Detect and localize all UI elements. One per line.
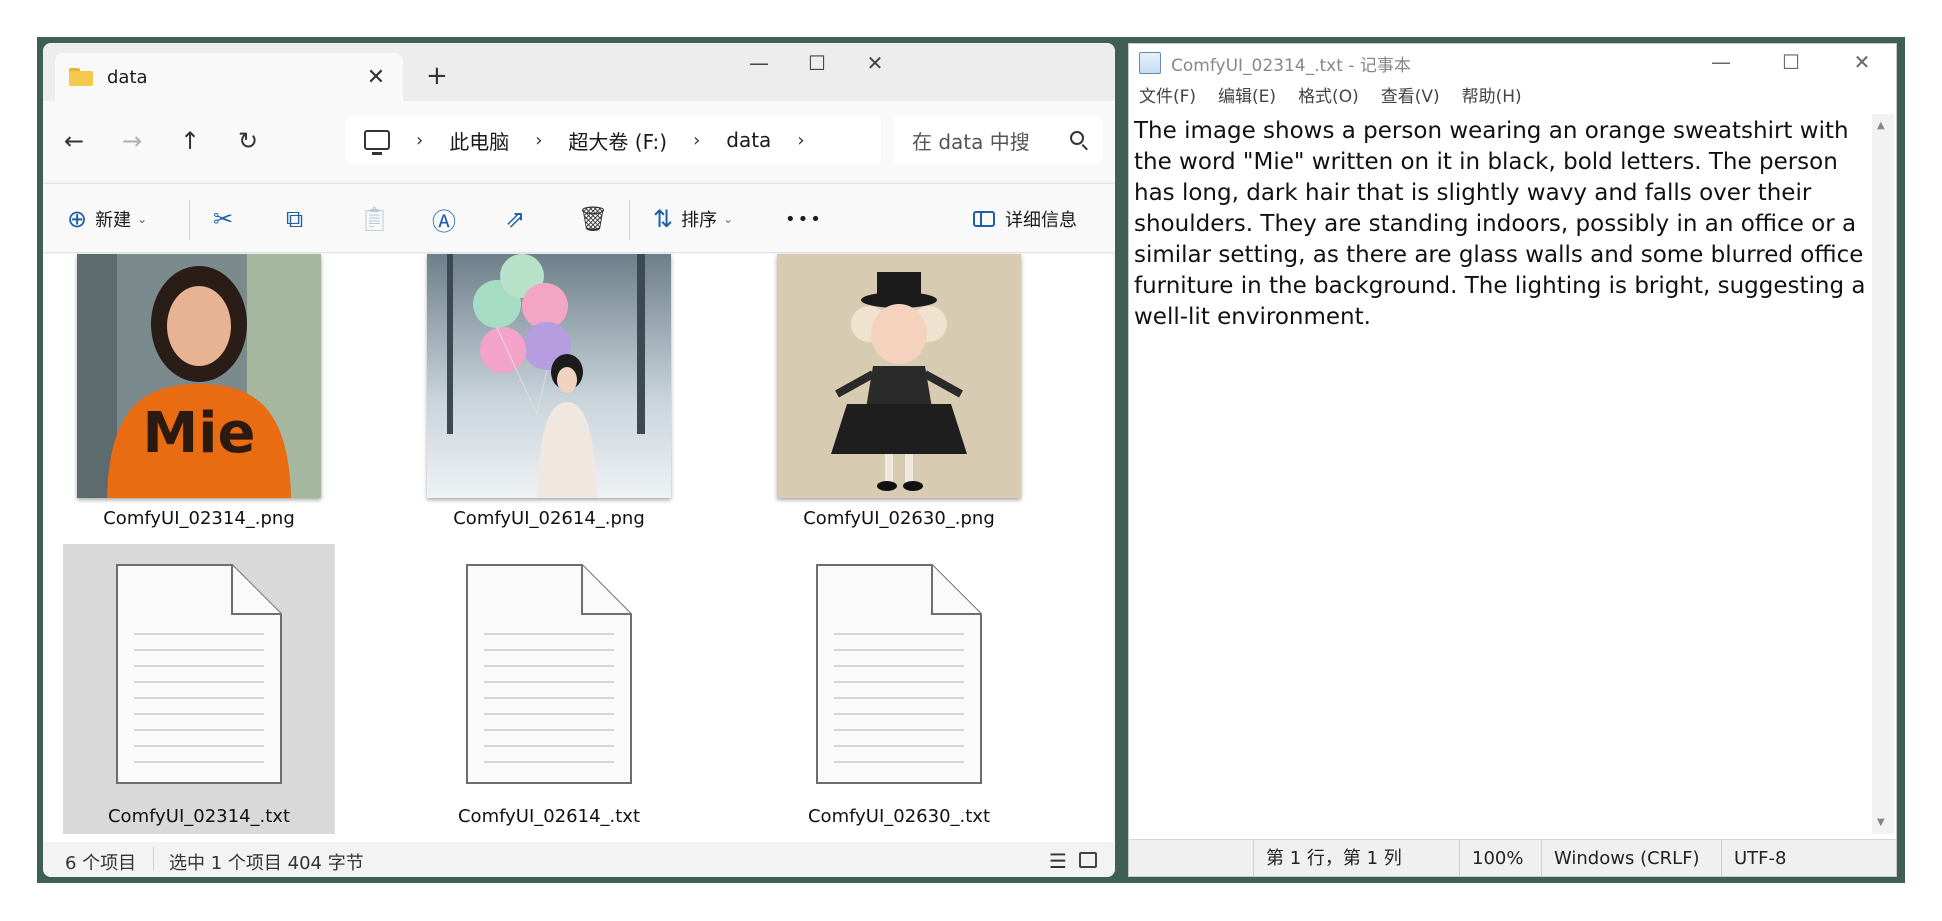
image-thumbnail: Mie — [77, 254, 321, 498]
navigation-bar: ← → ↑ ↻ › 此电脑 › 超大卷 (F:) › data › 在 data… — [43, 101, 1115, 181]
plus-circle-icon: ⊕ — [67, 205, 88, 233]
chevron-down-icon: ⌄ — [137, 212, 148, 226]
line-ending: Windows (CRLF) — [1541, 840, 1721, 877]
selection-info: 选中 1 个项目 404 字节 — [169, 853, 364, 874]
scissors-icon: ✂ — [213, 205, 234, 233]
details-pane-button[interactable]: 详细信息 — [973, 202, 1077, 236]
folder-icon — [69, 68, 93, 86]
back-button[interactable]: ← — [54, 121, 94, 161]
computer-icon — [364, 130, 390, 155]
file-name: ComfyUI_02630_.txt — [807, 806, 991, 827]
close-button[interactable]: ✕ — [1842, 50, 1882, 74]
file-name: ComfyUI_02314_.txt — [107, 806, 291, 827]
new-button-label: 新建 — [95, 210, 132, 231]
toolbar-divider — [629, 200, 630, 240]
notepad-window: ComfyUI_02314_.txt - 记事本 — ☐ ✕ 文件(F) 编辑(… — [1128, 43, 1897, 877]
file-name: ComfyUI_02614_.png — [453, 508, 645, 529]
menu-bar: 文件(F) 编辑(E) 格式(O) 查看(V) 帮助(H) — [1129, 82, 1896, 112]
sort-button-label: 排序 — [681, 210, 718, 231]
text-editor[interactable]: The image shows a person wearing an oran… — [1132, 114, 1874, 834]
list-view-icon[interactable]: ☰ — [1049, 849, 1067, 873]
breadcrumb-data[interactable]: data — [726, 128, 771, 152]
tab-data[interactable]: data ✕ — [55, 53, 403, 101]
notepad-status-bar: 第 1 行，第 1 列 100% Windows (CRLF) UTF-8 — [1129, 839, 1897, 877]
menu-help[interactable]: 帮助(H) — [1462, 82, 1522, 112]
image-thumbnail — [427, 254, 671, 498]
vertical-scrollbar[interactable]: ▲ ▼ — [1872, 114, 1894, 834]
minimize-button[interactable]: — — [739, 51, 779, 75]
menu-format[interactable]: 格式(O) — [1298, 82, 1359, 112]
new-button[interactable]: ⊕ 新建 ⌄ — [67, 202, 147, 236]
cut-button[interactable]: ✂ — [213, 202, 233, 236]
breadcrumb-chevron-icon: › — [693, 129, 701, 151]
trash-icon: 🗑︎ — [578, 205, 609, 233]
status-bar: 6 个项目 选中 1 个项目 404 字节 ☰ — [43, 843, 1115, 877]
zoom-level: 100% — [1459, 840, 1541, 877]
scroll-down-icon[interactable]: ▼ — [1877, 817, 1885, 828]
thumbnail-text: Mie — [143, 401, 256, 466]
image-thumbnail — [777, 254, 1021, 498]
breadcrumb-this-pc[interactable]: 此电脑 — [449, 126, 509, 155]
item-count: 6 个项目 — [65, 853, 137, 874]
details-pane-label: 详细信息 — [1005, 210, 1077, 231]
command-bar: ⊕ 新建 ⌄ ✂ ⧉ 📋︎ Ⓐ ⇗ 🗑︎ ⇅ 排序 ⌄ ••• 详细信息 — [43, 183, 1115, 253]
file-name: ComfyUI_02614_.txt — [457, 806, 641, 827]
sort-button[interactable]: ⇅ 排序 ⌄ — [653, 202, 733, 236]
menu-file[interactable]: 文件(F) — [1139, 82, 1196, 112]
breadcrumb-chevron-icon[interactable]: › — [797, 130, 804, 151]
cursor-position: 第 1 行，第 1 列 — [1253, 840, 1459, 877]
chevron-down-icon: ⌄ — [723, 212, 734, 226]
details-pane-icon — [973, 211, 995, 227]
clipboard-icon: 📋︎ — [359, 205, 390, 233]
text-document-icon — [816, 564, 982, 784]
notepad-icon — [1139, 52, 1161, 74]
toolbar-divider — [189, 200, 190, 240]
forward-button[interactable]: → — [112, 121, 152, 161]
maximize-button[interactable]: ☐ — [797, 51, 837, 75]
up-button[interactable]: ↑ — [170, 121, 210, 161]
text-document-icon — [466, 564, 632, 784]
address-bar[interactable]: › 此电脑 › 超大卷 (F:) › data › — [346, 116, 881, 164]
close-button[interactable]: ✕ — [855, 51, 895, 75]
file-item[interactable]: ComfyUI_02630_.txt — [763, 544, 1035, 834]
file-explorer-window: data ✕ + — ☐ ✕ ← → ↑ ↻ › 此电脑 › 超大卷 (F:) … — [43, 43, 1115, 877]
menu-edit[interactable]: 编辑(E) — [1218, 82, 1276, 112]
notepad-title: ComfyUI_02314_.txt - 记事本 — [1171, 55, 1411, 76]
scroll-up-icon[interactable]: ▲ — [1877, 120, 1885, 131]
refresh-button[interactable]: ↻ — [228, 121, 268, 161]
tiles-view-icon[interactable] — [1079, 852, 1097, 868]
new-tab-button[interactable]: + — [426, 61, 448, 91]
file-item-selected[interactable]: ComfyUI_02314_.txt — [63, 544, 335, 834]
tab-bar: data ✕ + — ☐ ✕ — [43, 43, 1115, 101]
tab-label: data — [107, 66, 148, 88]
maximize-button[interactable]: ☐ — [1771, 50, 1811, 74]
search-placeholder: 在 data 中搜 — [912, 129, 1030, 154]
share-button[interactable]: ⇗ — [505, 202, 525, 236]
file-name: ComfyUI_02630_.png — [803, 508, 995, 529]
breadcrumb-chevron-icon: › — [416, 129, 424, 151]
status-divider — [153, 847, 154, 871]
tab-close-icon[interactable]: ✕ — [363, 65, 389, 90]
copy-icon: ⧉ — [286, 205, 304, 233]
rename-icon: Ⓐ — [432, 207, 456, 236]
file-name: ComfyUI_02314_.png — [103, 508, 295, 529]
file-item[interactable]: ComfyUI_02614_.txt — [413, 544, 685, 834]
breadcrumb-chevron-icon: › — [535, 129, 543, 151]
share-icon: ⇗ — [505, 205, 526, 233]
minimize-button[interactable]: — — [1701, 50, 1741, 74]
delete-button[interactable]: 🗑︎ — [578, 202, 608, 236]
copy-button[interactable]: ⧉ — [286, 202, 303, 236]
paste-button[interactable]: 📋︎ — [359, 202, 389, 236]
encoding: UTF-8 — [1721, 840, 1897, 877]
search-icon — [1070, 131, 1084, 145]
breadcrumb-drive[interactable]: 超大卷 (F:) — [568, 126, 667, 155]
menu-view[interactable]: 查看(V) — [1381, 82, 1440, 112]
text-document-icon — [116, 564, 282, 784]
rename-button[interactable]: Ⓐ — [432, 202, 456, 236]
search-input[interactable]: 在 data 中搜 — [894, 116, 1102, 164]
more-options-button[interactable]: ••• — [785, 202, 823, 236]
file-list: Mie ComfyUI_02314_.png ComfyUI_02614_.pn… — [43, 254, 1113, 842]
sort-icon: ⇅ — [653, 205, 674, 233]
